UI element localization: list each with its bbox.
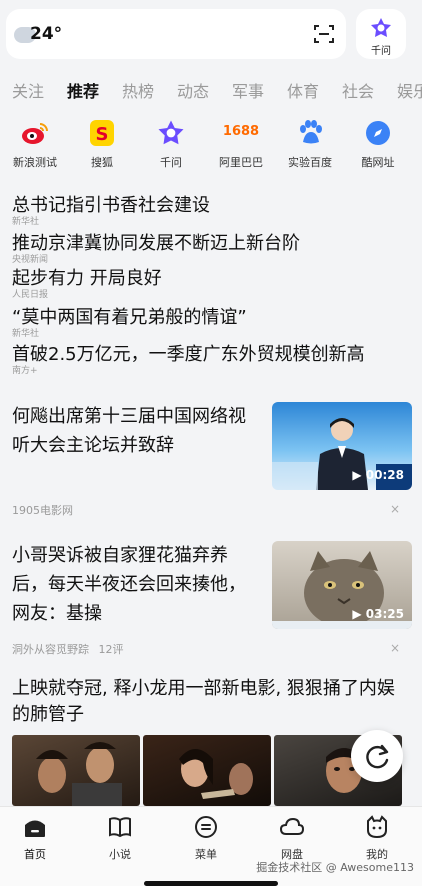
headline-source: 新华社 [12,329,40,339]
weibo-icon [20,118,50,148]
shortcut-label: 实验百度 [288,156,332,169]
qianwen-label: 千问 [371,46,391,57]
shortcut-label: 阿里巴巴 [219,156,263,169]
photo-post-title: 上映就夺冠, 释小龙用一部新电影, 狠狠捅了内娱的肺管子 [12,678,395,725]
shortcut-qianwen[interactable]: 千问 [136,118,206,170]
alibaba-1688-icon-text: 1688 [222,124,260,139]
headline-title: 起步有力 开局良好 [12,268,162,289]
video-author: 洞外从容觅野踪 [12,643,89,656]
tab-society[interactable]: 社会 [342,78,374,102]
shortcut-label: 新浪测试 [13,156,57,169]
search-box[interactable]: 24° [6,9,346,59]
home-icon [25,820,45,837]
headline-item[interactable]: “莫中两国有着兄弟般的情谊” 新华社 [12,307,247,340]
weather-widget[interactable]: 24° [14,21,62,49]
shortcut-baidu[interactable]: 实验百度 [275,118,345,170]
nav-novel[interactable]: 小说 [90,815,150,862]
book-icon [109,817,131,838]
shortcut-sohu[interactable]: S 搜狐 [67,118,137,170]
shortcut-label: 搜狐 [91,156,113,169]
home-indicator [144,881,278,886]
headline-title: 推动京津冀协同发展不断迈上新台阶 [12,233,300,254]
dismiss-button[interactable]: × [390,641,400,655]
scan-icon[interactable] [312,22,336,46]
tab-sports[interactable]: 体育 [287,78,319,102]
cloud-icon [279,817,305,835]
video-title: 小哥哭诉被自家狸花猫弃养后，每天半夜还会回来揍他，网友：基操 [12,545,246,624]
nav-home[interactable]: 首页 [5,815,65,862]
video-source: 洞外从容觅野踪 12评 [12,641,124,657]
nav-menu[interactable]: 菜单 [176,815,236,862]
tab-dynamic[interactable]: 动态 [177,78,209,102]
headline-title: 首破2.5万亿元，一季度广东外贸规模创新高 [12,344,365,365]
video-duration: ▶ 03:25 [352,607,404,621]
video-card[interactable]: 小哥哭诉被自家狸花猫弃养后，每天半夜还会回来揍他，网友：基操 ▶ 03:25 洞… [12,541,412,657]
nav-profile[interactable]: 我的 [347,815,407,862]
nav-label: 菜单 [195,848,217,861]
headline-item[interactable]: 首破2.5万亿元，一季度广东外贸规模创新高 南方+ [12,344,365,377]
category-tabs: 关注 推荐 热榜 动态 军事 体育 社会 娱乐 [0,70,422,108]
dismiss-button[interactable]: × [390,502,400,516]
nav-cloud-drive[interactable]: 网盘 [262,815,322,862]
bottom-nav: 首页 小说 菜单 网盘 我的 掘金技术社区 @ Awesome113 [0,806,422,886]
tab-entertainment[interactable]: 娱乐 [397,78,422,102]
qianwen-icon [371,18,391,37]
shortcut-sina[interactable]: 新浪测试 [0,118,70,170]
qianwen-icon [156,118,186,148]
photo-thumbnail[interactable] [143,735,271,806]
tab-military[interactable]: 军事 [232,78,264,102]
headline-item[interactable]: 推动京津冀协同发展不断迈上新台阶 央视新闻 [12,233,300,266]
photo-thumbnail[interactable] [12,735,140,806]
headline-source: 央视新闻 [12,255,49,265]
menu-icon [195,816,217,838]
nav-label: 首页 [24,848,46,861]
compass-icon [363,118,393,148]
profile-icon [367,815,387,839]
refresh-icon [366,744,389,769]
tab-hot-list[interactable]: 热榜 [122,78,154,102]
alibaba-1688-icon: 1688 [223,118,259,148]
video-card[interactable]: 何飚出席第十三届中国网络视听大会主论坛并致辞 ▶ 00:28 1905电影网 × [12,402,412,524]
nav-label: 小说 [109,848,131,861]
top-bar: 24° 千问 [0,0,422,70]
sohu-icon: S [87,118,117,148]
svg-text:S: S [96,124,109,145]
headline-item[interactable]: 总书记指引书香社会建设 新华社 [12,195,210,228]
shortcut-row: 新浪测试 S 搜狐 千问 1688 阿里巴巴 实验百度 酷网址 [0,118,422,180]
headline-title: 总书记指引书香社会建设 [12,195,210,216]
video-duration: ▶ 00:28 [352,468,404,482]
headline-source: 新华社 [12,217,40,227]
tab-follow[interactable]: 关注 [12,78,44,102]
headline-source: 人民日报 [12,290,49,300]
weather-temperature: 24° [30,24,63,44]
baidu-paw-icon [295,118,325,148]
tab-recommend[interactable]: 推荐 [67,78,99,102]
shortcut-label: 酷网址 [361,156,395,169]
video-title: 何飚出席第十三届中国网络视听大会主论坛并致辞 [12,406,246,456]
video-source: 1905电影网 [12,504,73,517]
watermark: 掘金技术社区 @ Awesome113 [256,861,414,874]
shortcut-label: 千问 [160,156,182,169]
headline-source: 南方+ [12,366,38,376]
qianwen-button[interactable]: 千问 [356,9,406,59]
shortcut-alibaba[interactable]: 1688 阿里巴巴 [206,118,276,170]
video-thumbnail[interactable]: ▶ 00:28 [272,402,412,490]
video-thumbnail[interactable]: ▶ 03:25 [272,541,412,629]
shortcut-kuwangzhi[interactable]: 酷网址 [343,118,413,170]
headline-item[interactable]: 起步有力 开局良好 人民日报 [12,268,162,301]
comment-count: 12评 [98,643,124,656]
refresh-button[interactable] [351,730,403,782]
headline-title: “莫中两国有着兄弟般的情谊” [12,307,247,328]
